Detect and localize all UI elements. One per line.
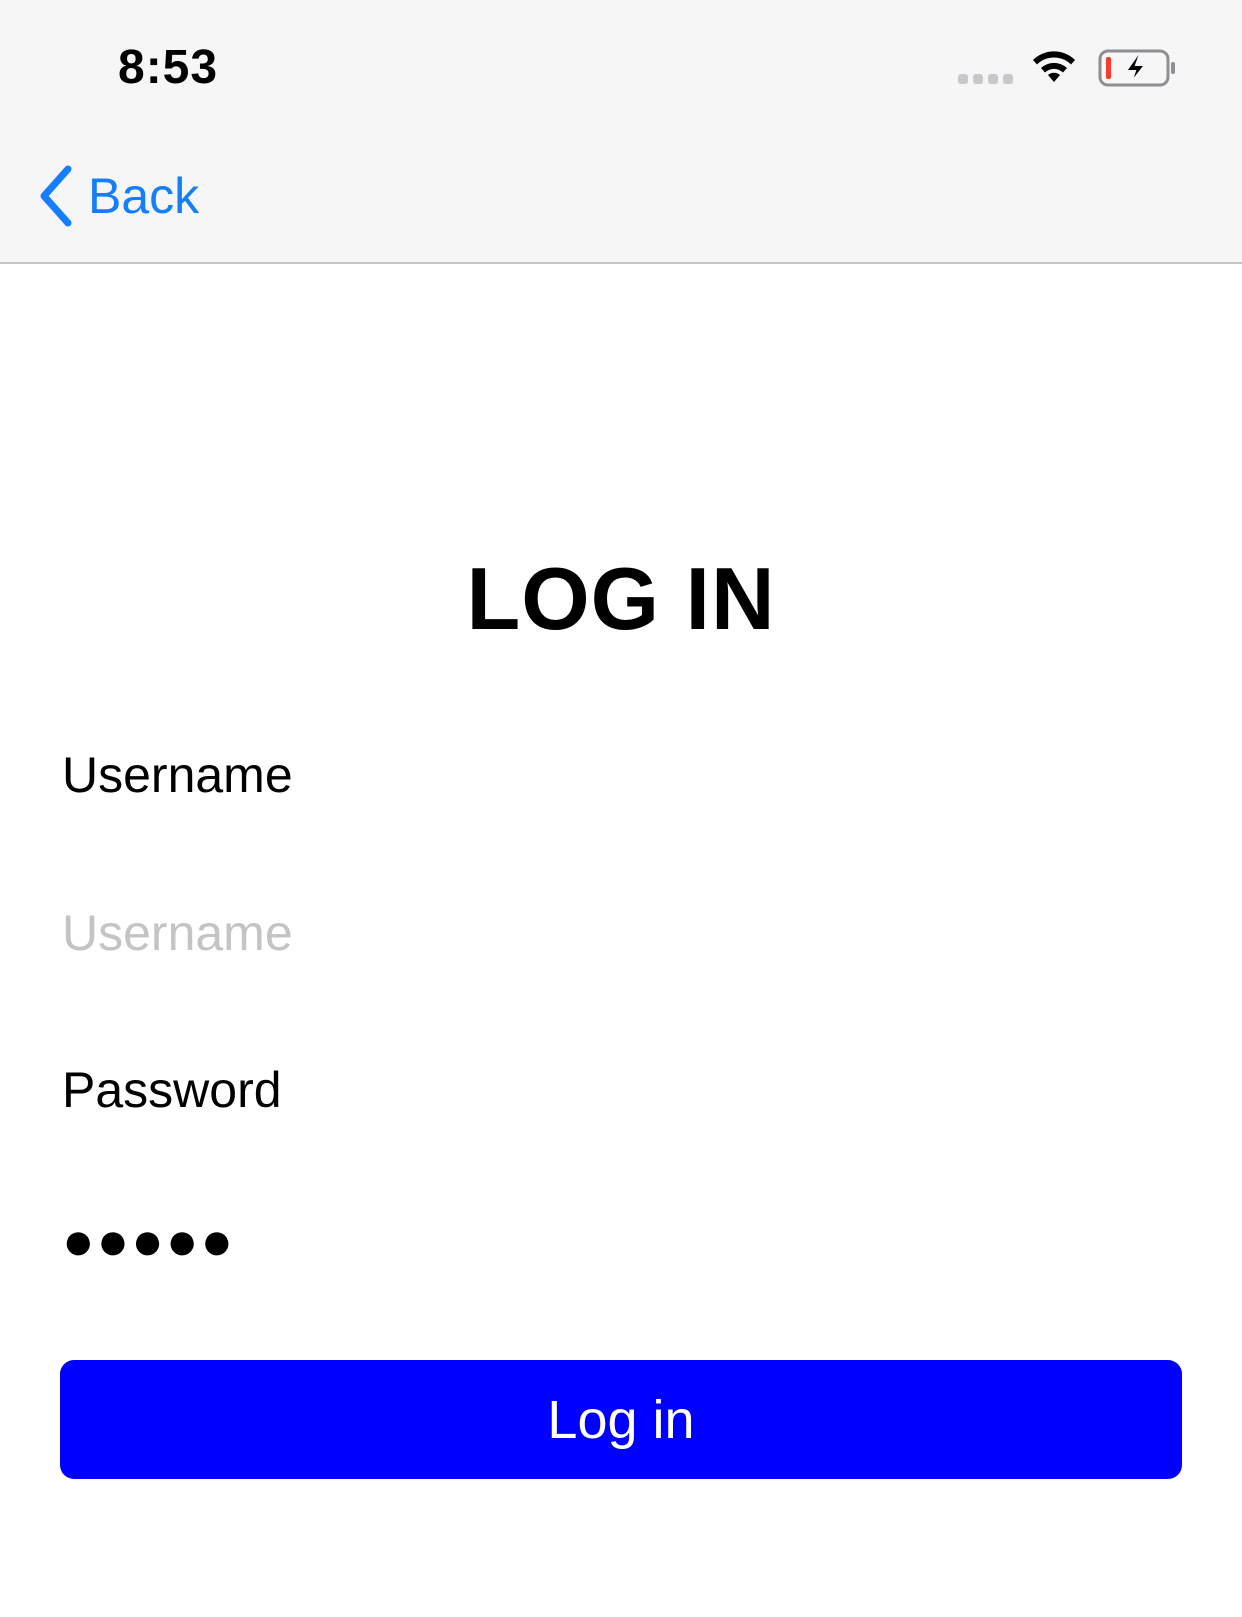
chevron-left-icon: [40, 165, 72, 227]
back-label: Back: [88, 168, 200, 224]
navigation-bar: 8:53 Back: [0, 0, 1242, 264]
status-time: 8:53: [118, 41, 219, 94]
page-title: LOG IN: [466, 549, 776, 648]
login-button[interactable]: Log in: [60, 1360, 1182, 1479]
wifi-icon: [1033, 51, 1075, 82]
battery-charging-icon: [1098, 49, 1175, 87]
password-label: Password: [62, 1062, 282, 1118]
back-button[interactable]: Back: [36, 160, 199, 232]
password-input[interactable]: ●●●●●: [62, 1206, 1180, 1276]
signal-dots-icon: [958, 74, 1013, 84]
username-label: Username: [62, 747, 293, 803]
username-input[interactable]: [62, 898, 1180, 968]
login-screen: 8:53 Back LOG IN Username Password ●●●●●…: [0, 0, 1242, 1617]
